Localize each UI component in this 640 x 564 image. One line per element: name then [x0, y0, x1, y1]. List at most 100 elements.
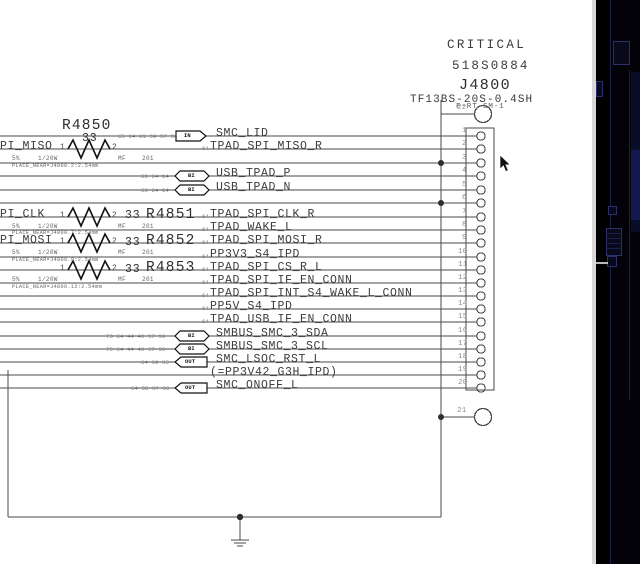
- pin-number-4: 4: [462, 167, 467, 175]
- resistor-place-near-r4850: PLACE_NEAR=J4800.2:2.54mm: [12, 163, 99, 169]
- pin-xref-2: 64: [202, 145, 210, 152]
- xref-usb-tpad-p: 68 64 14: [141, 173, 170, 180]
- flag-bi-scl-icon: BI: [188, 346, 195, 352]
- net-label-spi-clk-left[interactable]: PI_CLK: [0, 209, 45, 221]
- flag-out-rst-icon: OUT: [185, 359, 196, 365]
- pin-number-13: 13: [458, 287, 468, 295]
- pin-number-16: 16: [458, 327, 468, 335]
- net-label-tpad-spi-if-en-conn[interactable]: TPAD_SPI_IF_EN_CONN: [210, 275, 353, 287]
- net-label-spi-mosi-left[interactable]: PI_MOSI: [0, 235, 53, 247]
- resistor-pin2-r4852: 2: [112, 237, 117, 246]
- mouse-cursor: [500, 155, 512, 173]
- pin-number-19: 19: [458, 366, 468, 374]
- pin-number-8: 8: [462, 221, 467, 229]
- net-label-tpad-spi-int-s4-wake-l-conn[interactable]: TPAD_SPI_INT_S4_WAKE_L_CONN: [210, 288, 413, 300]
- net-label-tpad-spi-miso-r[interactable]: TPAD_SPI_MISO_R: [210, 141, 323, 153]
- net-label-smc-lsoc-rst-l[interactable]: SMC_LSOC_RST_L: [216, 354, 321, 366]
- pin-number-3: 3: [462, 154, 467, 162]
- net-label-tpad-spi-clk-r[interactable]: TPAD_SPI_CLK_R: [210, 209, 315, 221]
- pin-xref-14: 64: [202, 305, 210, 312]
- net-label-pp5v-s4-ipd[interactable]: PP5V_S4_IPD: [210, 301, 293, 313]
- pin-number-14: 14: [458, 300, 468, 308]
- pin-xref-15: 64: [202, 318, 210, 325]
- resistor-power-r4852: 1/20W: [38, 249, 58, 256]
- pin-number-15: 15: [458, 313, 468, 321]
- layout-footprint-line-4: [606, 248, 620, 249]
- resistor-type-r4852: MF: [118, 249, 126, 256]
- xref-smc-onoff-l: 64 38 37 36: [131, 385, 170, 392]
- pin-number-5: 5: [462, 181, 467, 189]
- schematic-screenshot: CRITICAL 518S0884 J4800 TF13BS-20S-0.4SH…: [0, 0, 640, 564]
- net-label-smbus-smc-3-sda[interactable]: SMBUS_SMC_3_SDA: [216, 328, 329, 340]
- layout-footprint-line-3: [606, 243, 620, 244]
- layout-trace-vertical: [629, 70, 630, 400]
- net-label-usb-tpad-n[interactable]: USB_TPAD_N: [216, 182, 291, 194]
- resistor-tolerance-r4852: 5%: [12, 249, 20, 256]
- flag-bi-usb-p-icon: BI: [188, 173, 195, 179]
- resistor-type-r4851: MF: [118, 223, 126, 230]
- net-label-smbus-smc-3-scl[interactable]: SMBUS_SMC_3_SCL: [216, 341, 329, 353]
- resistor-pin1-r4853: 1: [60, 264, 65, 273]
- pin-number-7: 7: [462, 208, 467, 216]
- flag-bi-usb-n-icon: BI: [188, 187, 195, 193]
- resistor-value-r4853: 33: [125, 263, 141, 276]
- net-label-spi-miso-left[interactable]: PI_MISO: [0, 141, 53, 153]
- net-label-usb-tpad-p[interactable]: USB_TPAD_P: [216, 168, 291, 180]
- layout-board-left-edge: [610, 0, 611, 564]
- critical-label: CRITICAL: [447, 38, 527, 52]
- pin-xref-11: 64: [202, 266, 210, 273]
- pin-xref-7: 64: [202, 213, 210, 220]
- net-label-smc-lid[interactable]: SMC_LID: [216, 128, 269, 140]
- xref-smc-lsoc-rst-l: 64 39 35: [141, 359, 170, 366]
- schematic-sheet[interactable]: CRITICAL 518S0884 J4800 TF13BS-20S-0.4SH…: [0, 0, 596, 564]
- net-label-pp3v3-s4-ipd[interactable]: PP3V3_S4_IPD: [210, 249, 300, 261]
- net-label-tpad-spi-mosi-r[interactable]: TPAD_SPI_MOSI_R: [210, 235, 323, 247]
- pin-number-10: 10: [458, 248, 468, 256]
- resistor-value-r4852: 33: [125, 236, 141, 249]
- resistor-code-r4851: 201: [142, 223, 154, 230]
- resistor-code-r4853: 201: [142, 276, 154, 283]
- pin-number-18: 18: [458, 353, 468, 361]
- resistor-pin2-r4850: 2: [112, 143, 117, 152]
- resistor-power-r4853: 1/20W: [38, 276, 58, 283]
- resistor-power-r4850: 1/20W: [38, 155, 58, 162]
- net-label-tpad-usb-if-en-conn[interactable]: TPAD_USB_IF_EN_CONN: [210, 314, 353, 326]
- pin-number-2: 2: [462, 140, 467, 148]
- resistor-value-r4850: 33: [82, 132, 98, 145]
- xref-smbus-sda: 73 64 44 40 37 36: [106, 333, 166, 340]
- net-label-tpad-wake-l[interactable]: TPAD_WAKE_L: [210, 222, 293, 234]
- net-label-smc-onoff-l[interactable]: SMC_ONOFF_L: [216, 380, 299, 392]
- resistor-pin2-r4851: 2: [112, 211, 117, 220]
- resistor-value-r4851: 33: [125, 209, 141, 222]
- resistor-type-r4850: MF: [118, 155, 126, 162]
- pcb-layout-panel[interactable]: [596, 0, 640, 564]
- layout-via: [608, 206, 617, 215]
- pin-xref-10: 64: [202, 253, 210, 260]
- pin-number-11: 11: [458, 261, 468, 269]
- layout-scroll-marker[interactable]: [596, 262, 608, 264]
- pin-number-21: 21: [457, 407, 467, 415]
- resistor-pin1-r4850: 1: [60, 143, 65, 152]
- resistor-code-r4850: 201: [142, 155, 154, 162]
- pin-number-6: 6: [462, 194, 467, 202]
- resistor-place-near-r4853: PLACE_NEAR=J4800.12:2.54mm: [12, 284, 103, 290]
- resistor-type-r4853: MF: [118, 276, 126, 283]
- resistor-refdes-r4853[interactable]: R4853: [146, 261, 196, 276]
- pin-number-22: 22: [457, 104, 467, 112]
- xref-usb-tpad-n: 68 64 14: [141, 187, 170, 194]
- pin-number-20: 20: [458, 379, 468, 387]
- pin-xref-12: 64: [202, 279, 210, 286]
- flag-bi-sda-icon: BI: [188, 333, 195, 339]
- resistor-tolerance-r4850: 5%: [12, 155, 20, 162]
- layout-footprint-line-1: [606, 233, 620, 234]
- layout-pad-left: [596, 81, 603, 97]
- layout-footprint-line-2: [606, 238, 620, 239]
- resistor-refdes-r4852[interactable]: R4852: [146, 234, 196, 249]
- net-label-pp3v42-g3h-ipd-alias[interactable]: (=PP3V42_G3H_IPD): [210, 367, 338, 379]
- pin-xref-9: 64: [202, 239, 210, 246]
- resistor-pin1-r4852: 1: [60, 237, 65, 246]
- resistor-refdes-r4851[interactable]: R4851: [146, 208, 196, 223]
- connector-refdes: J4800: [459, 77, 512, 94]
- net-label-tpad-spi-cs-r-l[interactable]: TPAD_SPI_CS_R_L: [210, 262, 323, 274]
- xref-smbus-scl: 73 64 44 40 37 36: [106, 346, 166, 353]
